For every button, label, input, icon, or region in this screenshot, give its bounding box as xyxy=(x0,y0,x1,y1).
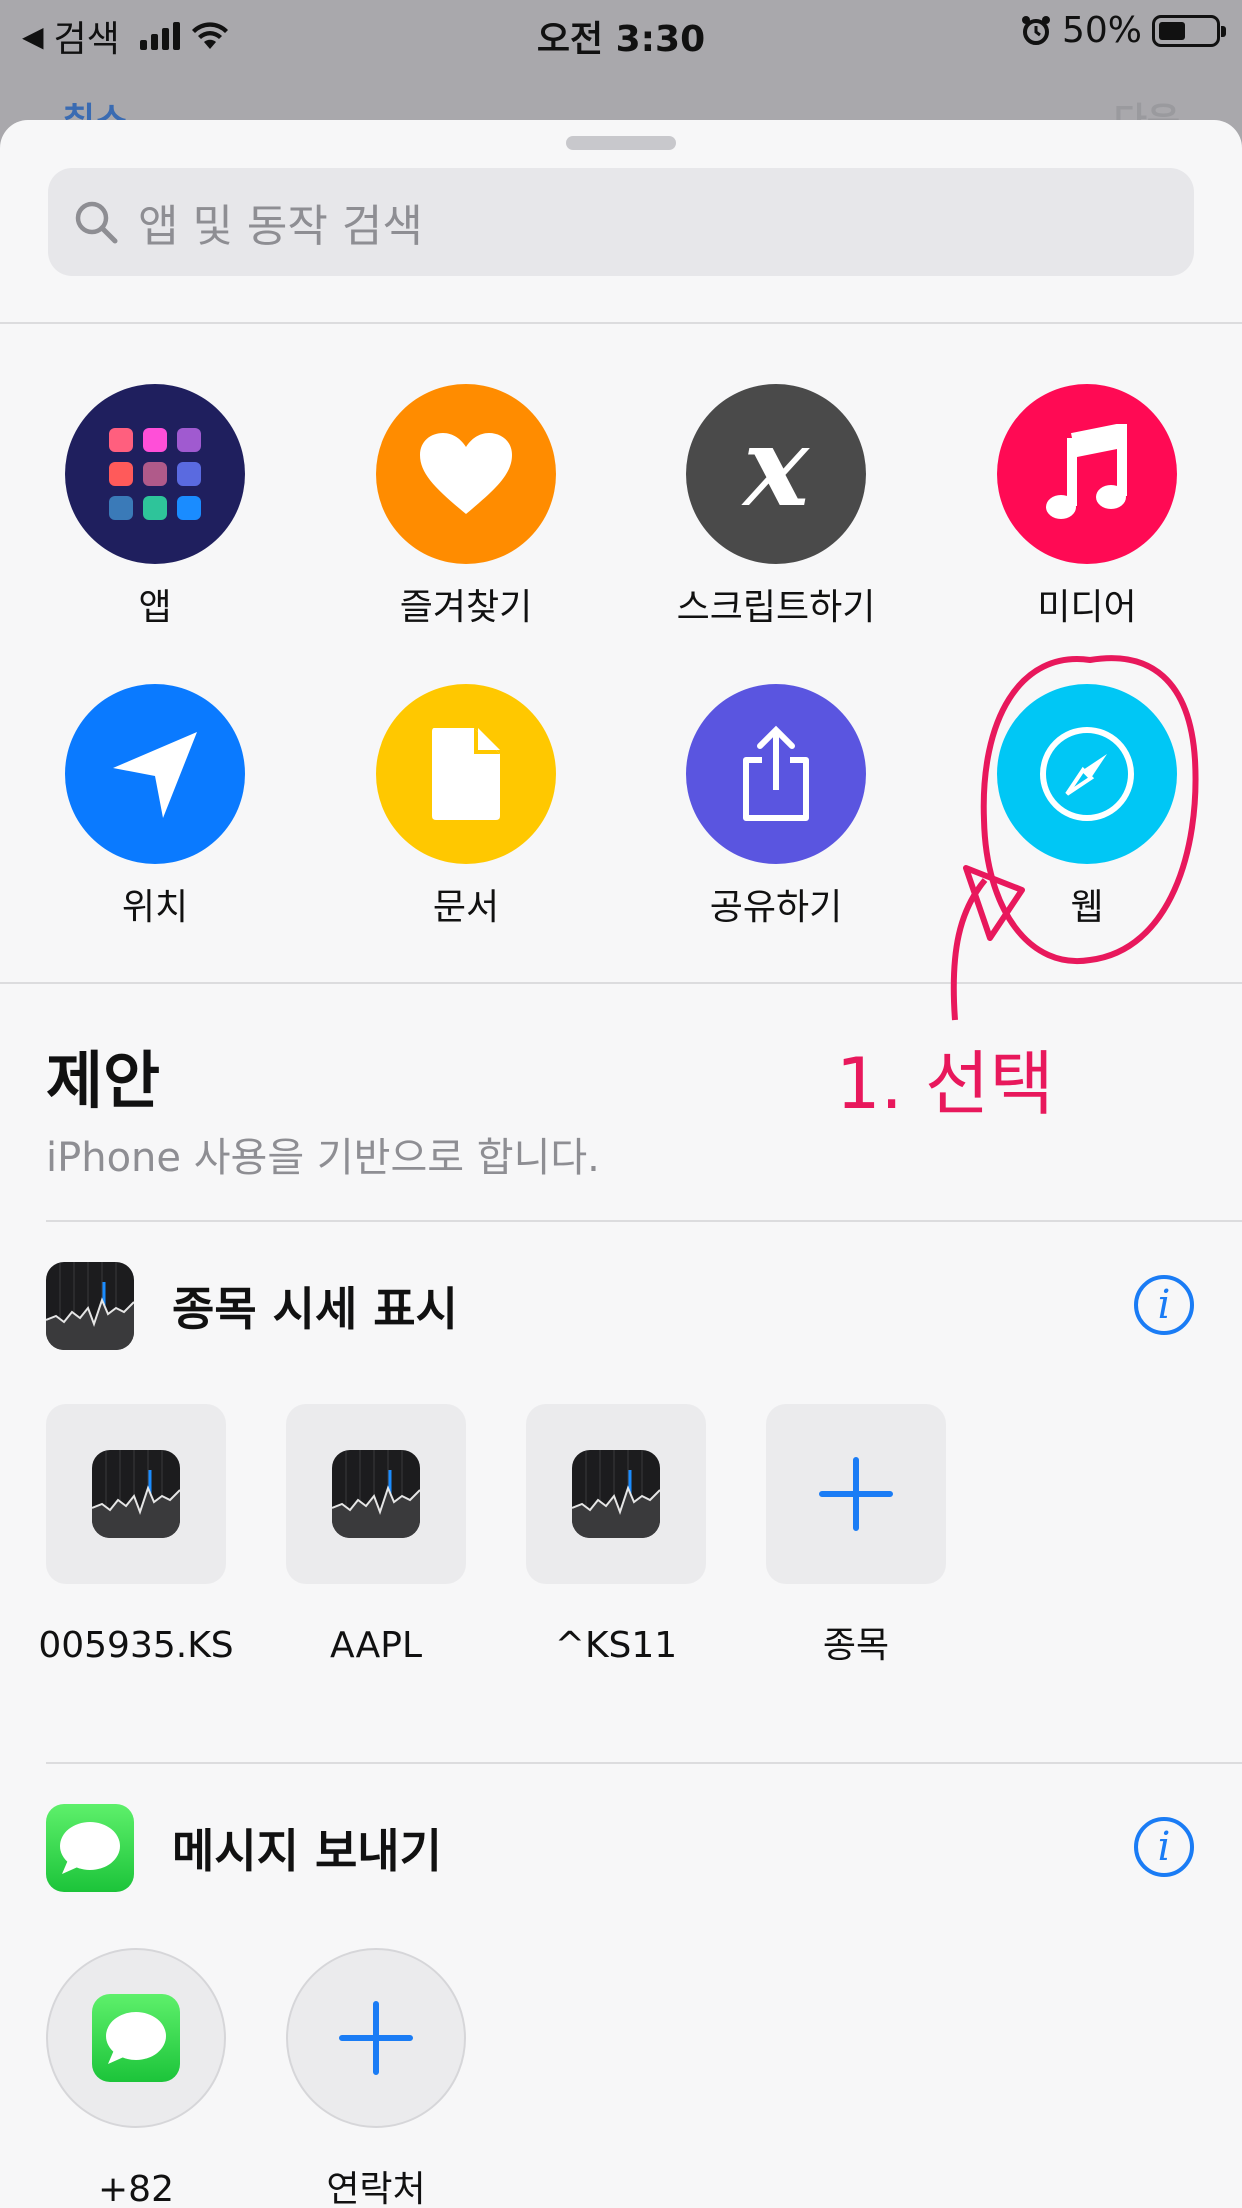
stock-symbol: AAPL xyxy=(329,1625,423,1666)
stock-action-header[interactable]: 종목 시세 표시 xyxy=(46,1262,458,1350)
messages-app-icon xyxy=(92,1994,180,2082)
plus-icon xyxy=(819,1457,893,1531)
battery-percent: 50% xyxy=(1061,10,1142,51)
info-icon[interactable]: i xyxy=(1134,1275,1194,1335)
message-recipient[interactable]: +82 xyxy=(46,1948,226,2208)
stock-item[interactable]: ^KS11 xyxy=(526,1404,706,1672)
suggestions-subtitle: iPhone 사용을 기반으로 합니다. xyxy=(46,1135,600,1181)
divider xyxy=(46,1220,1242,1222)
stock-symbol: ^KS11 xyxy=(554,1625,678,1666)
annotation-highlight xyxy=(950,655,1199,1021)
stocks-app-icon xyxy=(572,1450,660,1538)
messages-app-icon xyxy=(46,1804,134,1892)
stock-action-title: 종목 시세 표시 xyxy=(172,1282,458,1336)
stocks-app-icon xyxy=(332,1450,420,1538)
add-stock-label: 종목 xyxy=(822,1625,890,1666)
message-action-title: 메시지 보내기 xyxy=(172,1824,442,1878)
annotation-label: 1. 선택 xyxy=(836,1043,1054,1125)
stocks-app-icon xyxy=(46,1262,134,1350)
stock-symbol: 005935.KS xyxy=(38,1625,234,1666)
action-picker-sheet: 앱 및 동작 검색 앱 즐겨찾기 x 스크립트하기 미디어 위치 문서 공유하기… xyxy=(0,120,1242,2208)
add-contact-button[interactable]: 연락처 xyxy=(286,1948,466,2208)
recipient-label: +82 xyxy=(98,2169,174,2208)
divider xyxy=(46,1762,1242,1764)
info-icon[interactable]: i xyxy=(1134,1817,1194,1877)
stock-item[interactable]: AAPL xyxy=(286,1404,466,1672)
plus-icon xyxy=(339,2001,413,2075)
message-action-header[interactable]: 메시지 보내기 xyxy=(46,1804,442,1892)
stocks-app-icon xyxy=(92,1450,180,1538)
alarm-icon xyxy=(1021,15,1050,45)
add-stock-button[interactable]: 종목 xyxy=(766,1404,946,1672)
contacts-label: 연락처 xyxy=(326,2169,426,2208)
suggestions-title: 제안 xyxy=(46,1044,161,1117)
stock-item[interactable]: 005935.KS xyxy=(38,1404,234,1672)
battery-icon xyxy=(1152,14,1226,47)
status-bar: ◀ 검색 오전 3:30 50% xyxy=(0,0,1242,62)
